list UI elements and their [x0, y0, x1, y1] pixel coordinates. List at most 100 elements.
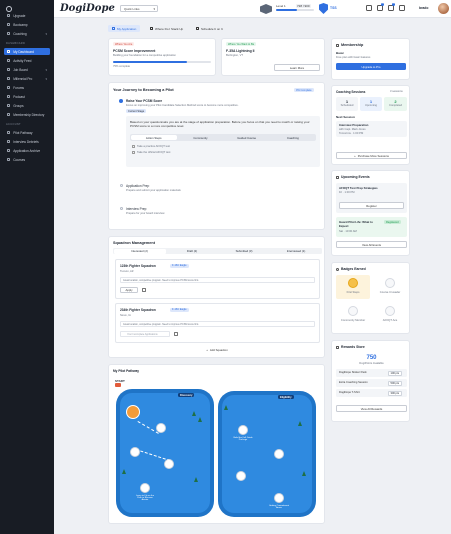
- tab-schedule[interactable]: Schedule It on It: [192, 25, 227, 32]
- step-active-marker: [119, 99, 123, 103]
- rewards-card: Rewards Store 750 DogiPoints Available D…: [331, 340, 410, 422]
- calendar-icon[interactable]: [366, 5, 372, 11]
- target-aircraft: F-35A Lightning II: [226, 49, 255, 53]
- stat-upcoming: 1 Upcoming: [360, 97, 382, 111]
- subtab-action-steps[interactable]: Action Steps: [130, 134, 177, 141]
- reward-label: DogiDope Sticker Pack: [339, 371, 367, 375]
- upgrade-icon: [7, 13, 11, 18]
- star-icon: [7, 76, 11, 81]
- view-all-events-button[interactable]: View All Events: [336, 241, 407, 248]
- badge-tile[interactable]: First Steps: [336, 275, 370, 299]
- checklist-item-practice-test: Take a practice AFOQT test: [137, 145, 170, 148]
- eligibility-island: Eligibility Build the Full Guide Package…: [218, 391, 316, 517]
- squadron-title: Squadron Management: [113, 241, 155, 245]
- squadron-notes-field[interactable]: Great location, competitive program. Nee…: [120, 321, 315, 327]
- quick-links-dropdown[interactable]: Quick Links ▾: [120, 5, 158, 12]
- purchase-sessions-button[interactable]: + Purchase More Sessions: [336, 152, 407, 159]
- sidebar-item-courses[interactable]: Courses: [4, 156, 50, 163]
- badge-tile[interactable]: AFOQT Ace: [373, 303, 407, 329]
- tab-where-do-i-stack-up[interactable]: Where Do I Stack Up: [146, 25, 187, 32]
- sidebar-item-pilot-pathway[interactable]: Pilot Pathway: [4, 129, 50, 136]
- pathway-node[interactable]: [274, 493, 284, 503]
- sidebar-item-podcast[interactable]: Podcast: [4, 93, 50, 100]
- badge-tile[interactable]: Community Member: [336, 303, 370, 329]
- event-item: Guard Pilot Life: What to Expect Sat · 1…: [336, 217, 407, 237]
- rewards-title: Rewards Store: [341, 345, 365, 349]
- gift-icon: [336, 346, 339, 349]
- subtab-community[interactable]: Community: [177, 134, 223, 141]
- sidebar-item-activity-feed[interactable]: Activity Feed: [4, 57, 50, 64]
- sidebar-item-interview-debriefs[interactable]: Interview Debriefs: [4, 138, 50, 145]
- aircraft-tag: F-16C Eagle: [170, 263, 189, 268]
- where-to-go-heading: Where You Want to Be: [226, 42, 257, 47]
- sidebar-item-upgrade[interactable]: Upgrade: [4, 12, 50, 19]
- squadron-tab-interviewed[interactable]: Interviewed (1): [270, 248, 322, 254]
- sidebar-item-job-board[interactable]: Job Board ▾: [4, 66, 50, 73]
- target-location: Burlington, VT: [226, 54, 244, 57]
- sidebar-item-millennial-pro[interactable]: Millennial Pro ▾: [4, 75, 50, 82]
- add-squadron-button[interactable]: + Add Squadron: [195, 346, 239, 353]
- sidebar-item-forums[interactable]: Forums: [4, 84, 50, 91]
- calendar-icon: [336, 176, 339, 179]
- checkbox-practice-test[interactable]: [132, 145, 135, 148]
- sidebar-item-coaching[interactable]: Coaching ▾: [4, 30, 50, 37]
- membership-desc: Free plan with basic features: [336, 56, 371, 59]
- registered-badge: Registered: [384, 220, 401, 225]
- microphone-icon: [7, 94, 11, 99]
- badge-icon: [336, 268, 339, 271]
- top-header: DogiDope Quick Links ▾ Level 1 728 / 900 …: [54, 0, 451, 18]
- external-link-icon[interactable]: [142, 288, 146, 292]
- briefcase-icon: [7, 67, 11, 72]
- avatar[interactable]: [438, 3, 449, 14]
- brand-logo[interactable]: DogiDope: [60, 3, 115, 14]
- step2-desc: Prepare and submit your application mate…: [126, 189, 181, 192]
- reward-item[interactable]: DogiDope T-Shirt 300 pts: [336, 389, 407, 397]
- sidebar-section-dashboard: DASHBOARD: [6, 42, 26, 45]
- learn-more-button[interactable]: Learn More: [274, 64, 320, 71]
- reward-item[interactable]: Extra Coaching Session 500 pts: [336, 379, 407, 387]
- squadron-tab-draft[interactable]: Draft (2): [166, 248, 218, 254]
- pathway-node[interactable]: [274, 449, 284, 459]
- squadron-tab-interested[interactable]: Interested (2): [113, 248, 166, 254]
- bootcamp-icon: [7, 22, 11, 27]
- pathway-node[interactable]: [236, 471, 246, 481]
- sidebar-item-groups[interactable]: Groups: [4, 102, 50, 109]
- pathway-node[interactable]: [140, 483, 150, 493]
- cart-icon[interactable]: [399, 5, 405, 11]
- directory-icon: [7, 112, 11, 117]
- where-you-are-heading: Where You Are: [113, 42, 135, 47]
- next-session-label: Next Session: [336, 115, 355, 119]
- sidebar-item-my-dashboard[interactable]: My Dashboard: [4, 48, 50, 55]
- badge-tile[interactable]: Course Crusader: [373, 275, 407, 299]
- apply-button[interactable]: Apply: [120, 287, 138, 293]
- sidebar-item-membership-directory[interactable]: Membership Directory: [4, 111, 50, 118]
- sidebar-item-bootcamp[interactable]: Bootcamp: [4, 21, 50, 28]
- squadron-tab-submitted[interactable]: Submitted (3): [218, 248, 270, 254]
- upgrade-to-pro-button[interactable]: Upgrade to Pro: [336, 63, 406, 70]
- subtab-guided-course[interactable]: Guided Course: [224, 134, 270, 141]
- user-name[interactable]: brado: [419, 6, 428, 10]
- squadron-notes-field[interactable]: Great location, competitive program. Nee…: [120, 277, 315, 283]
- tab-my-application[interactable]: My Application: [108, 25, 141, 32]
- coaching-count: 3 sessions: [390, 90, 403, 93]
- pathway-node[interactable]: [238, 425, 248, 435]
- stage-detail-panel: Based on your questionnaire you are at t…: [126, 116, 320, 167]
- view-all-rewards-button[interactable]: View All Rewards: [336, 405, 407, 412]
- subtab-coaching[interactable]: Coaching: [270, 134, 316, 141]
- current-position-marker[interactable]: [126, 405, 140, 419]
- groups-icon: [7, 103, 11, 108]
- where-you-are-card: Where You Are PCSM Score Improvement Bui…: [108, 38, 216, 76]
- document-icon: [112, 27, 115, 30]
- sidebar-item-application-archive[interactable]: Application Archive: [4, 147, 50, 154]
- checkbox-official-test[interactable]: [132, 151, 135, 154]
- tree-icon: [224, 405, 228, 410]
- register-button[interactable]: Register: [339, 202, 404, 209]
- badge-label: AFOQT Ace: [382, 319, 398, 322]
- book-icon: [7, 157, 11, 162]
- incomplete-applications-field[interactable]: Your Incomplete Applications: [120, 331, 170, 337]
- membership-card: Membership Basic Free plan with basic fe…: [331, 38, 410, 80]
- event-title: AFOQT Test Prep Strategies: [339, 186, 378, 190]
- external-link-icon[interactable]: [174, 332, 178, 336]
- reward-item[interactable]: DogiDope Sticker Pack 100 pts: [336, 369, 407, 377]
- tree-icon: [198, 417, 202, 422]
